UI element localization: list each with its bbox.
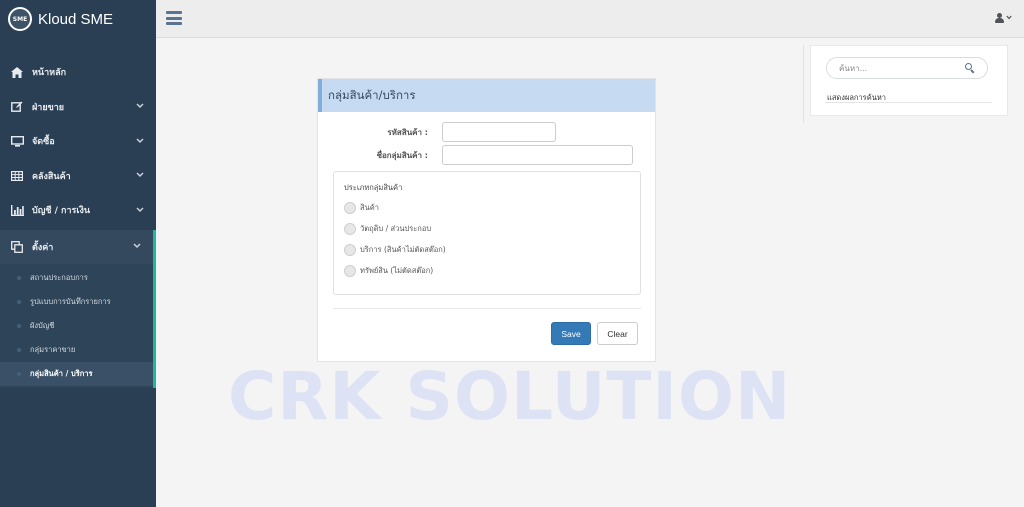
submenu-item-product-group[interactable]: กลุ่มสินค้า / บริการ (0, 362, 153, 386)
chevron-down-icon (136, 102, 144, 111)
group-name-input[interactable] (442, 145, 633, 165)
sidebar-item-home[interactable]: หน้าหลัก (0, 55, 156, 90)
edit-icon (10, 101, 24, 113)
radio-option-asset[interactable]: ทรัพย์สิน (ไม่ตัดสต๊อก) (344, 265, 433, 277)
search-box (826, 57, 988, 79)
bar-chart-icon (10, 204, 24, 216)
product-group-form: กลุ่มสินค้า/บริการ รหัสสินค้า : ชื่อกลุ่… (317, 78, 656, 362)
radio-label: สินค้า (360, 203, 379, 212)
divider (803, 45, 804, 123)
bullet-icon (17, 300, 21, 304)
submenu-item-label: กลุ่มราคาขาย (30, 345, 76, 354)
sidebar-item-label: คลังสินค้า (32, 171, 71, 182)
sidebar-item-label: ตั้งค่า (32, 242, 54, 253)
table-icon (10, 170, 24, 182)
watermark: CRK SOLUTION (228, 358, 792, 435)
group-type-title: ประเภทกลุ่มสินค้า (344, 183, 403, 192)
name-label: ชื่อกลุ่มสินค้า : (376, 150, 428, 160)
sidebar-item-label: หน้าหลัก (32, 68, 67, 79)
radio-label: บริการ (สินค้าไม่ตัดสต๊อก) (360, 245, 446, 254)
divider (333, 308, 641, 309)
sidebar: SME Kloud SME หน้าหลัก ฝ่ายขาย จัดซื้อ ค… (0, 0, 156, 507)
code-row: รหัสสินค้า : (318, 122, 556, 142)
chevron-down-icon (133, 242, 141, 251)
radio-option-service[interactable]: บริการ (สินค้าไม่ตัดสต๊อก) (344, 244, 446, 256)
radio-button[interactable] (344, 223, 356, 235)
save-button[interactable]: Save (551, 322, 591, 345)
sidebar-item-purchasing[interactable]: จัดซื้อ (0, 124, 156, 159)
page-title: กลุ่มสินค้า/บริการ (318, 79, 655, 112)
sidebar-menu: หน้าหลัก ฝ่ายขาย จัดซื้อ คลังสินค้า บัญช… (0, 55, 156, 388)
clear-button[interactable]: Clear (597, 322, 638, 345)
chevron-down-icon (136, 206, 144, 215)
submenu-item-price-group[interactable]: กลุ่มราคาขาย (0, 338, 153, 362)
menu-toggle-icon[interactable] (166, 11, 182, 25)
user-icon (995, 13, 1004, 23)
sidebar-item-sales[interactable]: ฝ่ายขาย (0, 90, 156, 125)
submenu-item-label: รูปแบบการบันทึกรายการ (30, 297, 111, 306)
chevron-down-icon (136, 137, 144, 146)
home-icon (10, 66, 24, 78)
cloud-logo-icon: SME (8, 7, 32, 31)
sidebar-item-label: บัญชี / การเงิน (32, 206, 91, 217)
code-label: รหัสสินค้า : (387, 127, 428, 137)
search-panel: แสดงผลการค้นหา (810, 45, 1008, 116)
bullet-icon (17, 324, 21, 328)
search-icon[interactable] (965, 63, 975, 74)
sidebar-item-accounting[interactable]: บัญชี / การเงิน (0, 193, 156, 228)
radio-button[interactable] (344, 202, 356, 214)
submenu-item-label: ผังบัญชี (30, 321, 55, 330)
sidebar-item-inventory[interactable]: คลังสินค้า (0, 159, 156, 194)
group-type-fieldset: ประเภทกลุ่มสินค้า สินค้า วัตถุดิบ / ส่วน… (333, 171, 641, 295)
sidebar-item-label: จัดซื้อ (32, 137, 55, 148)
bullet-icon (17, 372, 21, 376)
submenu-item-entry-format[interactable]: รูปแบบการบันทึกรายการ (0, 290, 153, 314)
submenu-item-chart-of-accounts[interactable]: ผังบัญชี (0, 314, 153, 338)
radio-label: ทรัพย์สิน (ไม่ตัดสต๊อก) (360, 266, 434, 275)
brand[interactable]: SME Kloud SME (0, 0, 156, 38)
submenu-item-business[interactable]: สถานประกอบการ (0, 266, 153, 290)
top-navbar (156, 0, 1024, 38)
clone-icon (10, 240, 24, 253)
chevron-down-icon (1006, 15, 1012, 22)
sidebar-item-settings[interactable]: ตั้งค่า (0, 229, 156, 264)
settings-submenu: สถานประกอบการ รูปแบบการบันทึกรายการ ผังบ… (0, 264, 156, 388)
radio-option-material[interactable]: วัตถุดิบ / ส่วนประกอบ (344, 223, 431, 235)
desktop-icon (10, 135, 24, 147)
radio-button[interactable] (344, 265, 356, 277)
radio-button[interactable] (344, 244, 356, 256)
bullet-icon (17, 276, 21, 280)
name-row: ชื่อกลุ่มสินค้า : (318, 145, 633, 165)
brand-name: Kloud SME (38, 10, 114, 28)
submenu-item-label: กลุ่มสินค้า / บริการ (30, 369, 93, 378)
search-input[interactable] (839, 61, 959, 75)
chevron-down-icon (136, 171, 144, 180)
sidebar-item-label: ฝ่ายขาย (32, 102, 65, 113)
divider (825, 102, 992, 103)
product-code-input[interactable] (442, 122, 556, 142)
radio-label: วัตถุดิบ / ส่วนประกอบ (360, 224, 432, 233)
submenu-item-label: สถานประกอบการ (30, 273, 88, 282)
user-menu[interactable] (995, 13, 1012, 23)
radio-option-product[interactable]: สินค้า (344, 202, 379, 214)
bullet-icon (17, 348, 21, 352)
